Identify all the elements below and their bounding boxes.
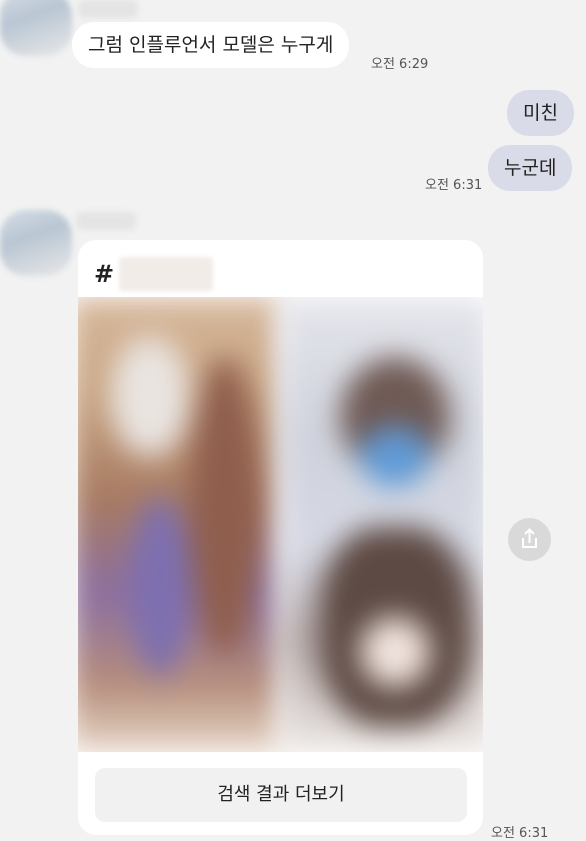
message-bubble[interactable]: 그럼 인플루언서 모델은 누구게 <box>72 22 350 68</box>
message-text: 그럼 인플루언서 모델은 누구게 <box>88 34 334 56</box>
message-time: 오전 6:29 <box>371 57 429 72</box>
sender-avatar[interactable] <box>0 0 72 56</box>
message-text: 미친 <box>523 102 558 124</box>
photo-right-blurred[interactable] <box>280 297 483 752</box>
sender-avatar[interactable] <box>0 210 72 276</box>
sender-name-blurred <box>78 0 138 18</box>
message-time: 오전 6:31 <box>425 178 483 193</box>
my-message-bubble[interactable]: 누군데 <box>488 145 573 191</box>
see-more-results-button[interactable]: 검색 결과 더보기 <box>95 768 467 822</box>
sender-name-blurred <box>76 212 136 230</box>
hashtag-blurred <box>119 257 213 291</box>
my-message-bubble[interactable]: 미친 <box>507 90 574 136</box>
image-grid[interactable] <box>78 297 483 752</box>
hashtag-symbol: # <box>94 260 115 288</box>
message-text: 누군데 <box>504 157 557 179</box>
message-time: 오전 6:31 <box>491 826 549 841</box>
share-button[interactable] <box>508 518 551 561</box>
photo-left-blurred[interactable] <box>78 297 280 752</box>
search-share-card[interactable]: # 검색 결과 더보기 <box>78 240 483 835</box>
share-icon <box>522 528 537 548</box>
